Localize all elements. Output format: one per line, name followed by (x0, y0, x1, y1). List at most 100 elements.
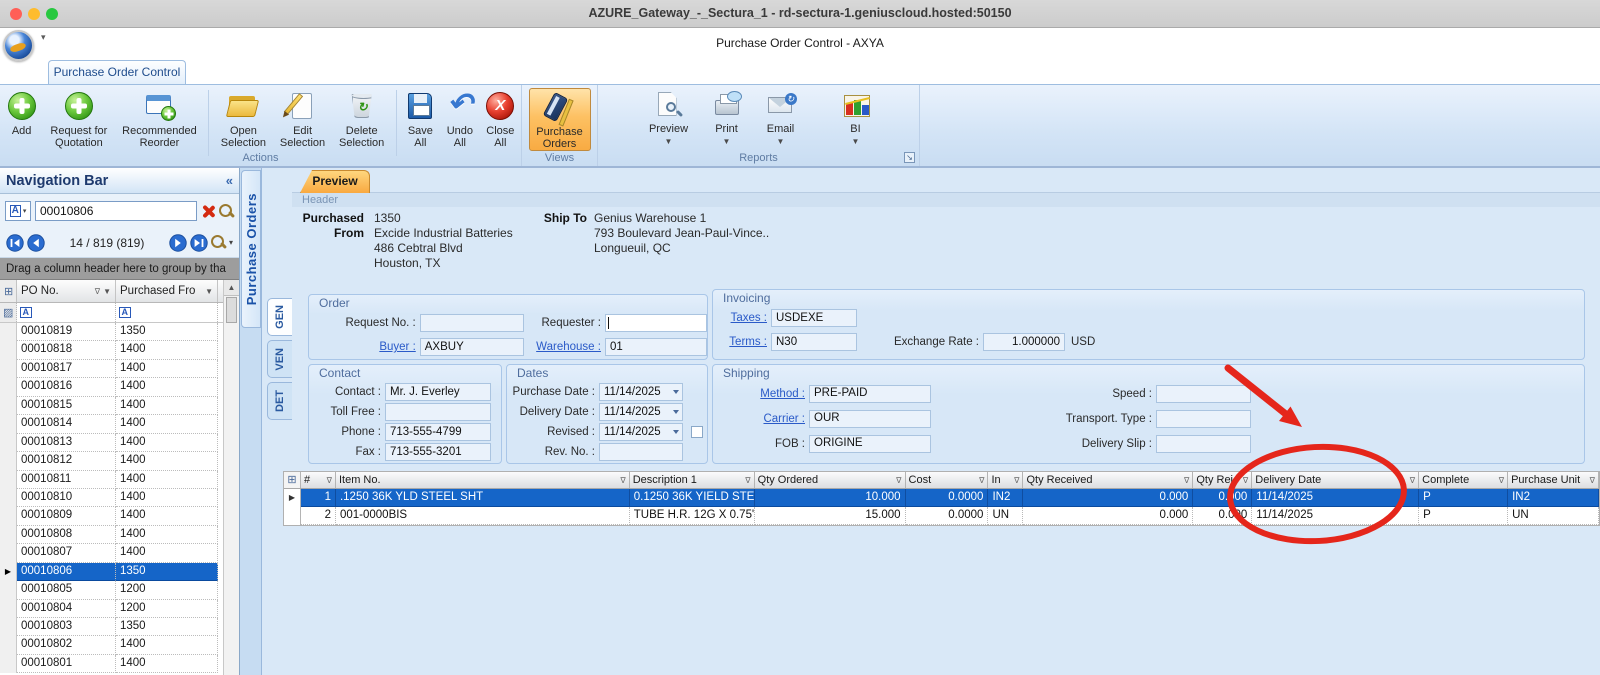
column-header-complete[interactable]: Complete∇ (1419, 472, 1508, 488)
buyer-field[interactable]: AXBUY (420, 338, 524, 356)
column-header-cost[interactable]: Cost∇ (906, 472, 989, 488)
po-list-row[interactable]: 000108031350 (0, 618, 239, 636)
po-list-row[interactable]: 000108151400 (0, 397, 239, 415)
scroll-thumb[interactable] (226, 297, 237, 323)
fob-field[interactable]: ORIGINE (809, 435, 931, 453)
request-no-field[interactable] (420, 314, 524, 332)
filter-icon[interactable]: ∇ (745, 476, 750, 485)
po-list-row[interactable]: 000108121400 (0, 452, 239, 470)
column-header-qty-ordered[interactable]: Qty Ordered∇ (755, 472, 906, 488)
po-list-row[interactable]: 000108141400 (0, 415, 239, 433)
po-no-filter-cell[interactable]: A (17, 303, 116, 322)
method-label[interactable]: Method : (713, 388, 809, 400)
clear-search-icon[interactable] (201, 204, 215, 218)
filter-icon[interactable]: ∇ (979, 476, 984, 485)
filter-icon[interactable]: ∇ (620, 476, 625, 485)
tab-purchase-orders-module[interactable]: Purchase Orders (241, 170, 261, 328)
recommended-reorder-button[interactable]: Recommended Reorder (117, 88, 203, 149)
collapse-panel-icon[interactable]: « (226, 173, 233, 188)
po-list-row[interactable]: 000108021400 (0, 636, 239, 654)
po-list-row[interactable]: 000108101400 (0, 489, 239, 507)
line-item-row[interactable]: 2001-0000BISTUBE H.R. 12G X 0.75"..15.00… (284, 507, 1599, 525)
po-list-row[interactable]: 000108171400 (0, 360, 239, 378)
delete-selection-button[interactable]: Delete Selection (334, 88, 390, 149)
po-list-row[interactable]: 000108011400 (0, 655, 239, 673)
taxes-label[interactable]: Taxes : (713, 312, 771, 324)
request-for-quotation-button[interactable]: Request for Quotation (45, 88, 112, 149)
filter-icon[interactable]: ∇ (1499, 476, 1504, 485)
bi-button[interactable]: BI ▼ (834, 88, 878, 148)
phone-field[interactable]: 713-555-4799 (385, 423, 491, 441)
transport-type-field[interactable] (1156, 410, 1251, 428)
po-list-scrollbar[interactable]: ▲ (223, 280, 239, 675)
terms-field[interactable]: N30 (771, 333, 857, 351)
fax-field[interactable]: 713-555-3201 (385, 443, 491, 461)
filter-icon[interactable]: ∇ (896, 476, 901, 485)
scroll-up-icon[interactable]: ▲ (224, 280, 239, 296)
column-header-purchased-from[interactable]: Purchased Fro ▼ (116, 280, 218, 302)
dialog-launcher-icon[interactable]: ↘ (904, 152, 915, 163)
app-logo-icon[interactable] (3, 30, 34, 61)
buyer-label[interactable]: Buyer : (309, 341, 420, 353)
filter-icon[interactable]: ∇ (1590, 476, 1595, 485)
po-list-row[interactable]: 000108111400 (0, 471, 239, 489)
filter-icon[interactable]: ∇ (1014, 476, 1019, 485)
tab-gen[interactable]: GEN (267, 298, 292, 336)
purchase-date-field[interactable]: 11/14/2025 (599, 383, 683, 401)
toll-free-field[interactable] (385, 403, 491, 421)
save-all-button[interactable]: Save All (403, 88, 439, 149)
next-record-button[interactable] (169, 234, 187, 252)
tab-det[interactable]: DET (267, 382, 292, 420)
print-button[interactable]: Print ▼ (702, 88, 752, 148)
po-list-row[interactable]: 000108081400 (0, 526, 239, 544)
search-options-caret-icon[interactable]: ▾ (229, 238, 233, 247)
po-list-row[interactable]: 000108161400 (0, 378, 239, 396)
delivery-date-field[interactable]: 11/14/2025 (599, 403, 683, 421)
po-list-row[interactable]: ▶000108061350 (0, 563, 239, 581)
close-all-button[interactable]: X Close All (482, 88, 519, 149)
line-item-row[interactable]: ▶1.1250 36K YLD STEEL SHT0.1250 36K YIEL… (284, 489, 1599, 507)
taxes-field[interactable]: USDEXE (771, 309, 857, 327)
warehouse-label[interactable]: Warehouse : (524, 341, 605, 353)
column-header-qty-reje[interactable]: Qty Reje∇ (1193, 472, 1252, 488)
column-header-qty-received[interactable]: Qty Received∇ (1023, 472, 1193, 488)
carrier-field[interactable]: OUR (809, 410, 931, 428)
record-search-input[interactable]: 00010806 (35, 201, 197, 221)
po-list-row[interactable]: 000108041200 (0, 600, 239, 618)
filter-icon[interactable]: ∇ (1243, 476, 1248, 485)
column-header-po-no[interactable]: PO No. ∇ ▼ (17, 280, 116, 302)
terms-label[interactable]: Terms : (713, 336, 771, 348)
method-field[interactable]: PRE-PAID (809, 385, 931, 403)
filter-icon[interactable]: ∇ (1184, 476, 1189, 485)
delivery-slip-field[interactable] (1156, 435, 1251, 453)
filter-icon[interactable]: ∇ (327, 476, 332, 485)
column-header-description-1[interactable]: Description 1∇ (630, 472, 755, 488)
add-button[interactable]: Add (2, 88, 41, 137)
previous-record-button[interactable] (27, 234, 45, 252)
po-list-row[interactable]: 000108191350 (0, 323, 239, 341)
filter-icon[interactable]: ∇ (1410, 476, 1415, 485)
revised-date-field[interactable]: 11/14/2025 (599, 423, 683, 441)
email-button[interactable]: ↻ Email ▼ (756, 88, 806, 148)
tab-ven[interactable]: VEN (267, 340, 292, 378)
advanced-search-icon[interactable] (211, 235, 226, 250)
last-record-button[interactable] (190, 234, 208, 252)
search-mode-dropdown[interactable]: A▾ (5, 201, 31, 221)
search-icon[interactable] (219, 204, 234, 219)
sort-caret-icon[interactable]: ▼ (103, 287, 111, 296)
filter-icon[interactable]: ∇ (95, 287, 100, 296)
requester-field[interactable] (605, 314, 707, 332)
rev-no-field[interactable] (599, 443, 683, 461)
po-list-row[interactable]: 000108181400 (0, 341, 239, 359)
column-header-in[interactable]: In∇ (988, 472, 1023, 488)
revised-checkbox[interactable] (691, 426, 703, 438)
purchased-from-filter-cell[interactable]: A (116, 303, 218, 322)
contact-field[interactable]: Mr. J. Everley (385, 383, 491, 401)
column-header-purchase-unit[interactable]: Purchase Unit∇ (1508, 472, 1599, 488)
po-list-row[interactable]: 000108071400 (0, 544, 239, 562)
tab-purchase-order-control[interactable]: Purchase Order Control (48, 60, 186, 84)
speed-field[interactable] (1156, 385, 1251, 403)
exchange-rate-field[interactable]: 1.000000 (983, 333, 1065, 351)
edit-selection-button[interactable]: Edit Selection (275, 88, 329, 149)
group-by-hint-bar[interactable]: Drag a column header here to group by th… (0, 258, 239, 280)
